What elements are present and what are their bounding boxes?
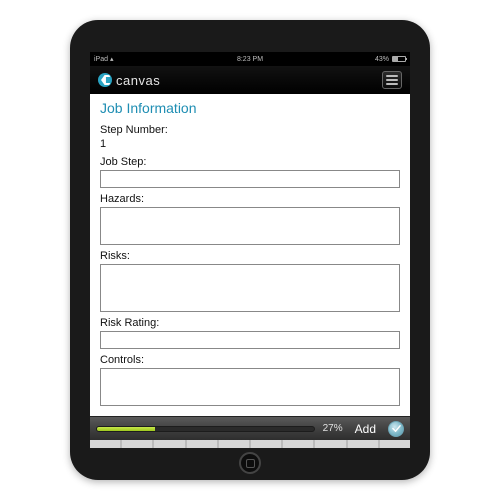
brand-name: canvas (116, 73, 160, 88)
step-number-label: Step Number: (100, 124, 400, 136)
progress-fill (97, 427, 155, 431)
battery-label: 43% (375, 56, 389, 63)
risks-input[interactable] (100, 264, 400, 312)
brand-logo-icon (98, 73, 112, 87)
section-title: Job Information (100, 100, 400, 116)
form-content: Job Information Step Number: 1 Job Step:… (90, 94, 410, 416)
menu-icon (386, 79, 398, 81)
job-step-input[interactable] (100, 170, 400, 188)
risk-rating-label: Risk Rating: (100, 317, 400, 329)
app-bar: canvas (90, 66, 410, 94)
status-bar: iPad ▴ 8:23 PM 43% (90, 52, 410, 66)
menu-icon (386, 75, 398, 77)
page-ticks (90, 440, 410, 448)
risks-label: Risks: (100, 250, 400, 262)
status-right: 43% (375, 56, 406, 63)
status-carrier: iPad ▴ (94, 55, 113, 63)
step-number-value: 1 (100, 138, 400, 150)
carrier-label: iPad (94, 56, 108, 63)
screen: iPad ▴ 8:23 PM 43% canvas Job Informatio… (90, 52, 410, 448)
brand: canvas (98, 73, 160, 88)
risk-rating-input[interactable] (100, 331, 400, 349)
check-icon (392, 424, 401, 433)
home-button[interactable] (239, 452, 261, 474)
hazards-input[interactable] (100, 207, 400, 245)
add-button[interactable]: Add (351, 422, 380, 436)
controls-input[interactable] (100, 368, 400, 406)
progress-percent: 27% (323, 423, 343, 434)
ipad-frame: iPad ▴ 8:23 PM 43% canvas Job Informatio… (70, 20, 430, 480)
menu-button[interactable] (382, 71, 402, 89)
controls-label: Controls: (100, 354, 400, 366)
menu-icon (386, 83, 398, 85)
wifi-icon: ▴ (110, 56, 114, 63)
status-time: 8:23 PM (237, 56, 263, 63)
job-step-label: Job Step: (100, 156, 400, 168)
battery-icon (392, 56, 406, 62)
footer-bar: 27% Add (90, 416, 410, 440)
confirm-button[interactable] (388, 421, 404, 437)
progress-bar (96, 426, 315, 432)
hazards-label: Hazards: (100, 193, 400, 205)
